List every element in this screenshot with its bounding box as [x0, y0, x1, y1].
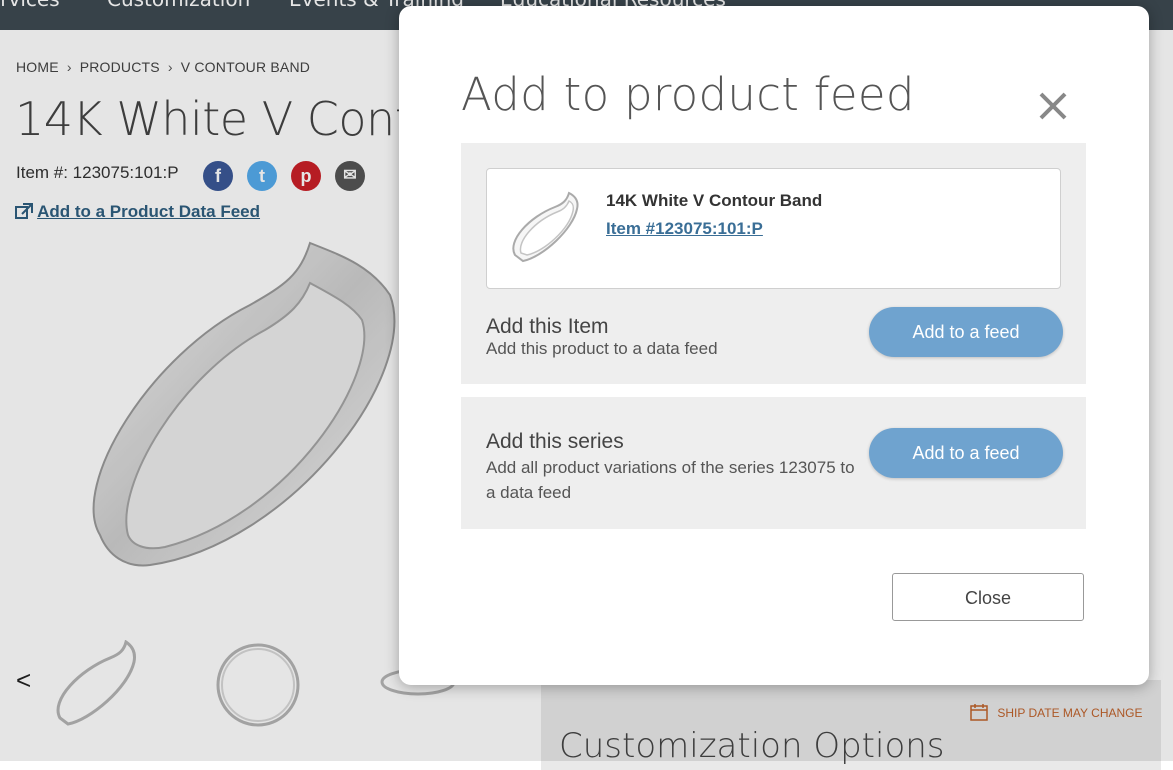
- add-item-section: 14K White V Contour Band Item #123075:10…: [461, 143, 1086, 384]
- add-to-product-feed-dialog: Add to product feed 14K White V Contour …: [399, 6, 1149, 685]
- product-item-link[interactable]: Item #123075:101:P: [606, 219, 763, 239]
- dialog-title: Add to product feed: [461, 68, 915, 121]
- close-icon[interactable]: [1033, 86, 1073, 126]
- product-name: 14K White V Contour Band: [606, 191, 823, 210]
- product-thumbnail: [512, 191, 579, 263]
- close-button[interactable]: Close: [892, 573, 1084, 621]
- product-card: 14K White V Contour Band Item #123075:10…: [486, 168, 1061, 289]
- add-series-section: Add this series Add all product variatio…: [461, 397, 1086, 529]
- add-series-to-feed-button[interactable]: Add to a feed: [869, 428, 1063, 478]
- add-item-to-feed-button[interactable]: Add to a feed: [869, 307, 1063, 357]
- add-series-heading: Add this series: [486, 430, 624, 453]
- add-item-description: Add this product to a data feed: [486, 339, 718, 358]
- add-series-description: Add all product variations of the series…: [486, 458, 855, 502]
